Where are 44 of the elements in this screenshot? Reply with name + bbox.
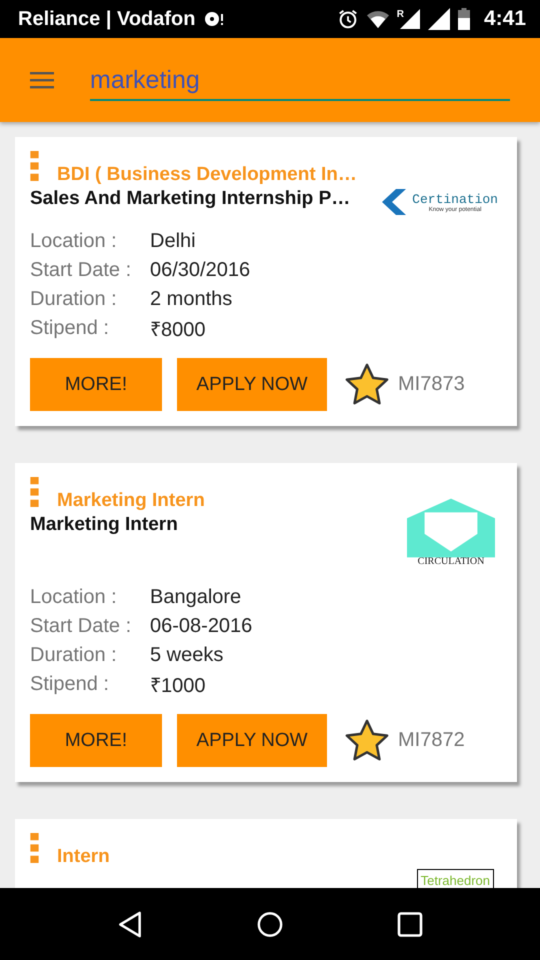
star-icon[interactable] [344, 718, 390, 764]
logo-name: Certination [412, 192, 498, 206]
logo-name: CIRCULATION [416, 556, 486, 567]
more-button[interactable]: MORE! [30, 714, 162, 767]
detail-label: Duration : [30, 644, 118, 667]
notification-icon [203, 10, 226, 28]
carrier-name: Reliance | Vodafon [18, 8, 196, 30]
wifi-icon [366, 8, 389, 30]
detail-label: Duration : [30, 288, 118, 311]
signal-icon [428, 8, 450, 30]
more-button[interactable]: MORE! [30, 358, 162, 411]
detail-value: 06-08-2016 [150, 615, 252, 638]
menu-icon[interactable] [30, 71, 54, 89]
apply-button[interactable]: APPLY NOW [177, 714, 327, 767]
back-icon[interactable] [117, 910, 143, 938]
listing-category: BDI ( Business Development In… [57, 164, 357, 186]
logo-name: Tetrahedron [420, 873, 490, 888]
listing-category: Marketing Intern [57, 490, 205, 512]
home-icon[interactable] [257, 910, 283, 938]
detail-label: Stipend : [30, 673, 110, 696]
detail-value: ₹8000 [150, 318, 206, 342]
detail-label: Stipend : [30, 317, 110, 340]
detail-label: Location : [30, 586, 118, 609]
detail-value: 06/30/2016 [150, 259, 250, 282]
battery-icon [458, 8, 470, 30]
roaming-signal-icon: R [396, 9, 420, 29]
star-icon[interactable] [344, 362, 390, 408]
detail-label: Location : [30, 230, 118, 253]
detail-label: Start Date : [30, 615, 132, 638]
detail-value: Bangalore [150, 586, 242, 609]
listing-title: Marketing Intern [30, 514, 179, 536]
detail-value: 5 weeks [150, 644, 224, 667]
detail-value: 2 months [150, 288, 232, 311]
apply-button[interactable]: APPLY NOW [177, 358, 327, 411]
listing-code: MI7873 [398, 373, 465, 396]
listing-category: Intern [57, 846, 110, 868]
alarm-icon [336, 8, 359, 30]
listing-title: Sales And Marketing Internship P… [30, 188, 352, 210]
detail-value: Delhi [150, 230, 196, 253]
recents-icon[interactable] [397, 910, 423, 938]
detail-value: ₹1000 [150, 674, 206, 698]
listing-code: MI7872 [398, 729, 465, 752]
clock-time: 4:41 [484, 7, 526, 31]
detail-label: Start Date : [30, 259, 132, 282]
